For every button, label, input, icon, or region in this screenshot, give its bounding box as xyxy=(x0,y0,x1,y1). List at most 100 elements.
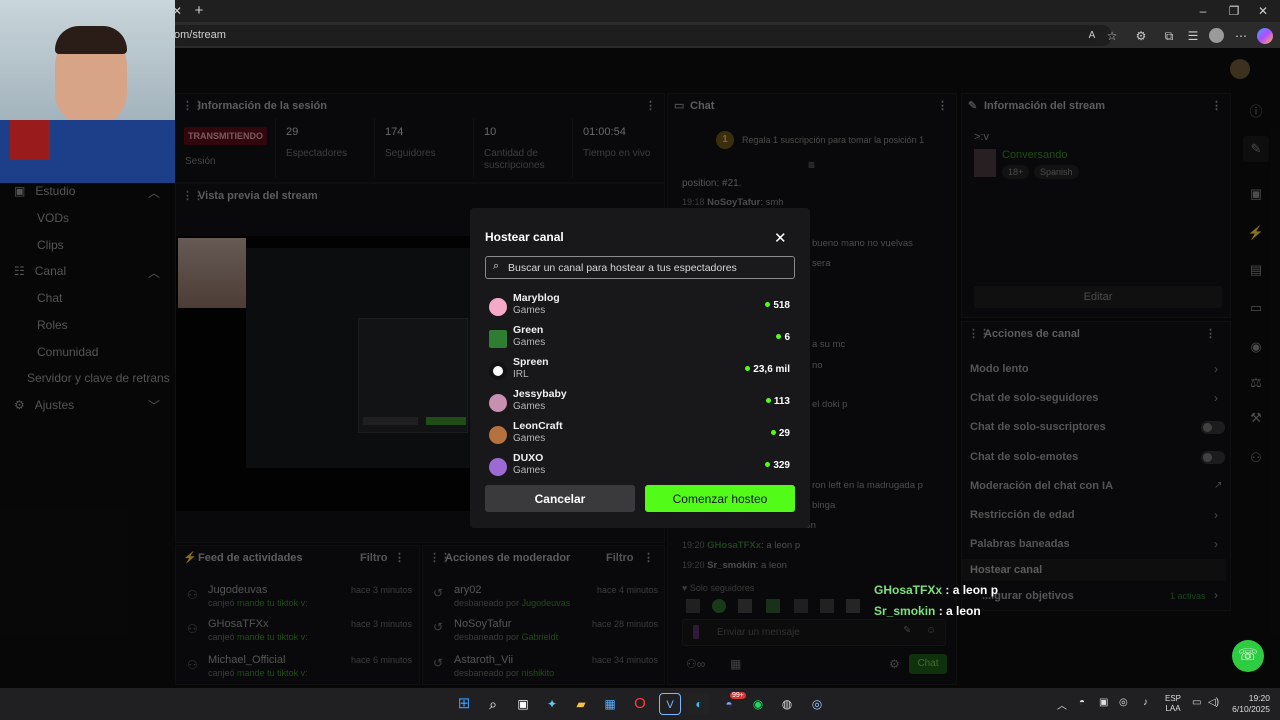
channel-option[interactable]: Maryblog Games 518 xyxy=(485,292,795,322)
language-indicator[interactable]: ESP LAA xyxy=(1165,694,1181,714)
channel-avatar xyxy=(489,394,507,412)
channel-option[interactable]: DUXO Games 329 xyxy=(485,452,795,482)
channel-name: Green xyxy=(513,324,544,336)
store-icon[interactable]: ▦ xyxy=(599,693,621,715)
live-dot-icon xyxy=(770,430,776,435)
search-icon[interactable]: ⌕ xyxy=(482,693,504,715)
volume-icon[interactable]: ◁) xyxy=(1208,697,1219,708)
channel-category: Games xyxy=(513,337,546,348)
minimize-button[interactable]: – xyxy=(1194,2,1212,20)
webcam-overlay xyxy=(0,0,175,183)
viewer-count: 29 xyxy=(778,428,790,439)
channel-option[interactable]: Spreen IRL 23,6 mil xyxy=(485,356,795,386)
language-code: ESP xyxy=(1165,694,1182,703)
channel-option[interactable]: Jessybaby Games 113 xyxy=(485,388,795,418)
task-view-icon[interactable]: ▣ xyxy=(512,693,534,715)
modal-title: Hostear canal xyxy=(485,230,564,244)
more-menu-icon[interactable]: ⋯ xyxy=(1232,27,1250,45)
clock-time: 19:20 xyxy=(1248,693,1270,703)
channel-category: Games xyxy=(513,401,546,412)
overlay-chat-text: : a leon p xyxy=(945,583,999,597)
url-field[interactable]: om/stream xyxy=(168,25,1112,46)
clock[interactable]: 19:20 6/10/2025 xyxy=(1230,693,1270,715)
file-explorer-icon[interactable]: ▰ xyxy=(570,693,592,715)
live-dot-icon xyxy=(776,334,782,339)
viewer-count: 113 xyxy=(773,396,790,407)
extensions-icon[interactable]: ⚙ xyxy=(1132,27,1150,45)
tray-app-icon[interactable]: ▣ xyxy=(1099,697,1108,708)
favorites-icon[interactable]: ☰ xyxy=(1184,27,1202,45)
app-v-icon[interactable]: V xyxy=(659,693,681,715)
keyboard-layout: LAA xyxy=(1165,704,1181,713)
microphone-icon[interactable]: ♪ xyxy=(1143,697,1148,708)
overlay-chat-user: GHosaTFXx xyxy=(874,583,943,597)
channel-avatar xyxy=(489,458,507,476)
copilot-icon[interactable]: ✦ xyxy=(541,693,563,715)
live-dot-icon xyxy=(745,366,751,371)
browser-tab-bar: ✕ + – ❐ ✕ xyxy=(0,0,1280,22)
channel-category: Games xyxy=(513,433,546,444)
network-icon[interactable]: ▭ xyxy=(1192,697,1201,708)
close-icon[interactable]: ✕ xyxy=(774,229,787,247)
channel-search-input[interactable] xyxy=(508,259,788,276)
channel-category: Games xyxy=(513,465,546,476)
close-window-button[interactable]: ✕ xyxy=(1254,2,1272,20)
channel-name: Spreen xyxy=(513,356,549,368)
profile-avatar[interactable] xyxy=(1209,28,1224,43)
new-tab-button[interactable]: + xyxy=(190,2,208,20)
overlay-chat-message: GHosaTFXx : a leon p xyxy=(874,583,998,597)
copilot-icon[interactable] xyxy=(1257,28,1273,44)
channel-avatar xyxy=(489,426,507,444)
viewer-count: 23,6 mil xyxy=(753,364,790,375)
steam-tray-icon[interactable]: ◎ xyxy=(1119,697,1128,708)
channel-avatar xyxy=(489,362,507,380)
live-dot-icon xyxy=(765,398,771,403)
host-channel-modal: Hostear canal ✕ ⌕ Maryblog Games 518 Gre… xyxy=(470,208,810,528)
channel-avatar xyxy=(489,298,507,316)
live-dot-icon xyxy=(765,302,771,307)
spotify-icon[interactable]: ◉ xyxy=(747,693,769,715)
channel-option[interactable]: LeonCraft Games 29 xyxy=(485,420,795,450)
read-aloud-icon[interactable]: A xyxy=(1083,27,1101,45)
channel-avatar xyxy=(489,330,507,348)
channel-viewers: 329 xyxy=(765,460,790,471)
channel-name: Jessybaby xyxy=(513,388,567,400)
viewer-count: 329 xyxy=(773,460,790,471)
overlay-chat-user: Sr_smokin xyxy=(874,604,936,618)
channel-viewers: 23,6 mil xyxy=(745,364,790,375)
windows-start-icon[interactable]: ⊞ xyxy=(453,693,475,715)
edge-icon[interactable]: ◐ xyxy=(688,693,710,715)
channel-name: DUXO xyxy=(513,452,544,464)
opera-icon[interactable]: O xyxy=(629,693,651,715)
tray-chevron-up-icon[interactable]: ︿ xyxy=(1057,697,1067,712)
channel-name: LeonCraft xyxy=(513,420,563,432)
viewer-count: 6 xyxy=(784,332,790,343)
steam-icon[interactable]: ◎ xyxy=(806,693,828,715)
channel-viewers: 518 xyxy=(765,300,790,311)
channel-name: Maryblog xyxy=(513,292,560,304)
streamer-cape xyxy=(10,120,50,160)
clock-date: 6/10/2025 xyxy=(1232,704,1270,714)
overlay-chat-message: Sr_smokin : a leon xyxy=(874,604,981,618)
channel-viewers: 6 xyxy=(776,332,790,343)
split-screen-icon[interactable]: ⧉ xyxy=(1160,27,1178,45)
notification-badge: 99+ xyxy=(730,692,746,699)
support-button[interactable]: ☏ xyxy=(1232,640,1264,672)
channel-viewers: 113 xyxy=(765,396,790,407)
channel-category: IRL xyxy=(513,369,529,380)
channel-search[interactable]: ⌕ xyxy=(485,256,795,279)
app-icon[interactable]: ◍ xyxy=(776,693,798,715)
start-hosting-button[interactable]: Comenzar hosteo xyxy=(645,485,795,512)
cancel-button[interactable]: Cancelar xyxy=(485,485,635,512)
channel-category: Games xyxy=(513,305,546,316)
streamer-hair xyxy=(55,26,127,54)
live-dot-icon xyxy=(765,462,771,467)
discord-tray-icon[interactable]: ◓ xyxy=(1079,697,1085,708)
channel-option[interactable]: Green Games 6 xyxy=(485,324,795,354)
channel-viewers: 29 xyxy=(770,428,790,439)
search-icon: ⌕ xyxy=(493,260,500,272)
favorite-star-icon[interactable]: ☆ xyxy=(1103,27,1121,45)
maximize-button[interactable]: ❐ xyxy=(1225,2,1243,20)
viewer-count: 518 xyxy=(773,300,790,311)
overlay-chat-text: : a leon xyxy=(938,604,981,618)
